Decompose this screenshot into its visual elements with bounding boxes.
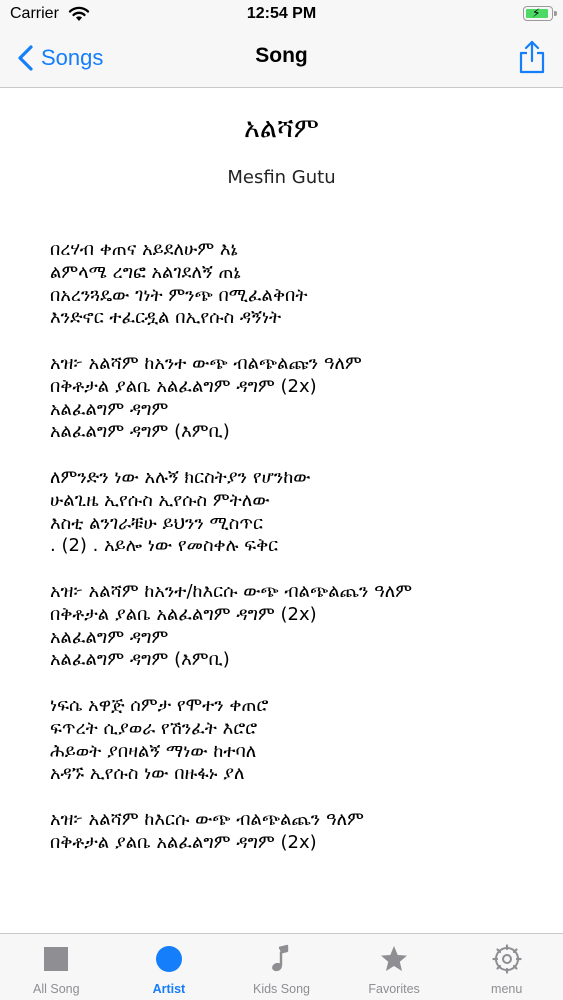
page-title: Song [255,44,308,67]
star-icon [381,946,408,971]
lyrics-stanza: አዝ፦ አልሻም ከእርሱ ውጭ ብልጭልጨን ዓለም በቅቶታል ያልቤ አል… [50,809,550,855]
lyric-line: ለምንድን ነው አሉኝ ክርስትያን የሆንከው [50,466,311,488]
lyric-line: አልፈልግም ዳግም [50,398,169,420]
lyric-line: . (2) . አይሎ ነው የመስቀሉ ፍቅር [50,535,279,557]
lyric-line: አዳኙ ኢየሱስ ነው በዙፋኑ ያለ [50,763,245,785]
lyric-line: በአረንጓዴው ገነት ምንጭ በሚፈልቅበት [50,284,308,306]
tab-label: Kids Song [252,982,310,996]
status-bar: Carrier 12:54 PM ⚡ [0,0,563,30]
battery-icon: ⚡ [523,6,557,21]
tab-menu[interactable]: menu [450,934,563,1000]
lyric-line: በቅቶታል ያልቤ አልፈልግም ዳግም (2x) [50,831,317,853]
lyrics: በረሃብ ቀጠና አይደለሁም እኔ ልምላሜ ረግፎ አልገደለኝ ጠኔ በአ… [50,239,550,877]
lyric-line: አልፈልግም ዳግም (እምቢ) [50,421,230,443]
lyric-line: አዝ፦ አልሻም ከአንተ ውጭ ብልጭልጩን ዓለም [50,352,362,374]
lyric-line: ፍጥረት ሲያወራ የሽንፈት እሮሮ [50,717,258,739]
lyric-line: አልፈልግም ዳግም (እምቢ) [50,649,230,671]
music-note-icon [272,944,289,972]
lyric-line: እስቲ ልንገራቹሁ ይህንን ሚስጥር [50,512,263,534]
lyric-line: በቅቶታል ያልቤ አልፈልግም ዳግም (2x) [50,375,317,397]
square-icon [44,947,69,971]
lyric-line: ነፍሴ አዋጅ ሰምታ የሞተን ቀጠሮ [50,694,269,716]
tab-kids-song[interactable]: Kids Song [225,934,338,1000]
song-title: አልሻም [244,113,319,144]
lyric-line: አዝ፦ አልሻም ከእርሱ ውጭ ብልጭልጨን ዓለም [50,808,364,830]
status-time: 12:54 PM [246,5,317,22]
tab-label: All Song [33,982,80,996]
tab-label: Artist [152,982,186,996]
song-content[interactable]: አልሻም Mesfin Gutu በረሃብ ቀጠና አይደለሁም እኔ ልምላሜ… [0,89,563,933]
lyric-line: በቅቶታል ያልቤ አልፈልግም ዳግም (2x) [50,603,317,625]
lyrics-stanza: በረሃብ ቀጠና አይደለሁም እኔ ልምላሜ ረግፎ አልገደለኝ ጠኔ በአ… [50,239,550,330]
lyrics-stanza: አዝ፦ አልሻም ከአንተ ውጭ ብልጭልጩን ዓለም በቅቶታል ያልቤ አል… [50,353,550,444]
share-icon[interactable] [517,39,547,75]
lyric-line: በረሃብ ቀጠና አይደለሁም እኔ [50,239,238,260]
lyrics-stanza: ለምንድን ነው አሉኝ ክርስትያን የሆንከው ሁልጊዜ ኢየሱስ ኢየሱስ… [50,467,550,558]
song-artist: Mesfin Gutu [227,167,336,188]
tab-label: menu [491,982,523,996]
gear-icon [492,944,522,974]
tab-label: Favorites [368,982,420,996]
tab-bar: All Song Artist Kids Song Favorites menu [0,933,563,1000]
lyrics-stanza: አዝ፦ አልሻም ከአንተ/ከእርሱ ውጭ ብልጭልጨን ዓለም በቅቶታል ያ… [50,581,550,672]
lyric-line: ሁልጊዜ ኢየሱስ ኢየሱስ ምትለው [50,489,270,511]
lyric-line: አልፈልግም ዳግም [50,626,169,648]
navigation-bar: Songs Song [0,30,563,88]
lyrics-stanza: ነፍሴ አዋጅ ሰምታ የሞተን ቀጠሮ ፍጥረት ሲያወራ የሽንፈት እሮሮ… [50,695,550,786]
lyric-line: ልምላሜ ረግፎ አልገደለኝ ጠኔ [50,261,241,283]
lyric-line: አዝ፦ አልሻም ከአንተ/ከእርሱ ውጭ ብልጭልጨን ዓለም [50,580,413,602]
circle-icon [155,946,182,972]
tab-artist[interactable]: Artist [113,934,226,1000]
tab-all-song[interactable]: All Song [0,934,113,1000]
lyric-line: እንድኖር ተፈርዷል በኢየሱስ ዳኝነት [50,307,282,329]
tab-favorites[interactable]: Favorites [338,934,451,1000]
lyric-line: ሕይወት ያበዛልኝ ማነው ከተባለ [50,740,257,762]
